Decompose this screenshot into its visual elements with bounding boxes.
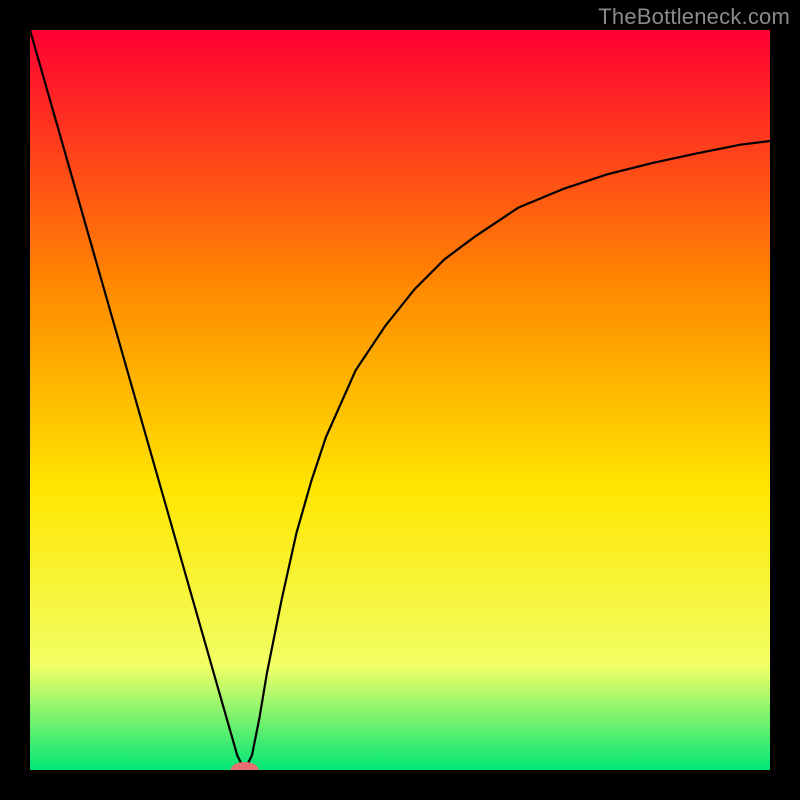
- chart-background: [30, 30, 770, 770]
- chart-container: [30, 30, 770, 770]
- watermark-text: TheBottleneck.com: [598, 4, 790, 30]
- bottleneck-chart: [30, 30, 770, 770]
